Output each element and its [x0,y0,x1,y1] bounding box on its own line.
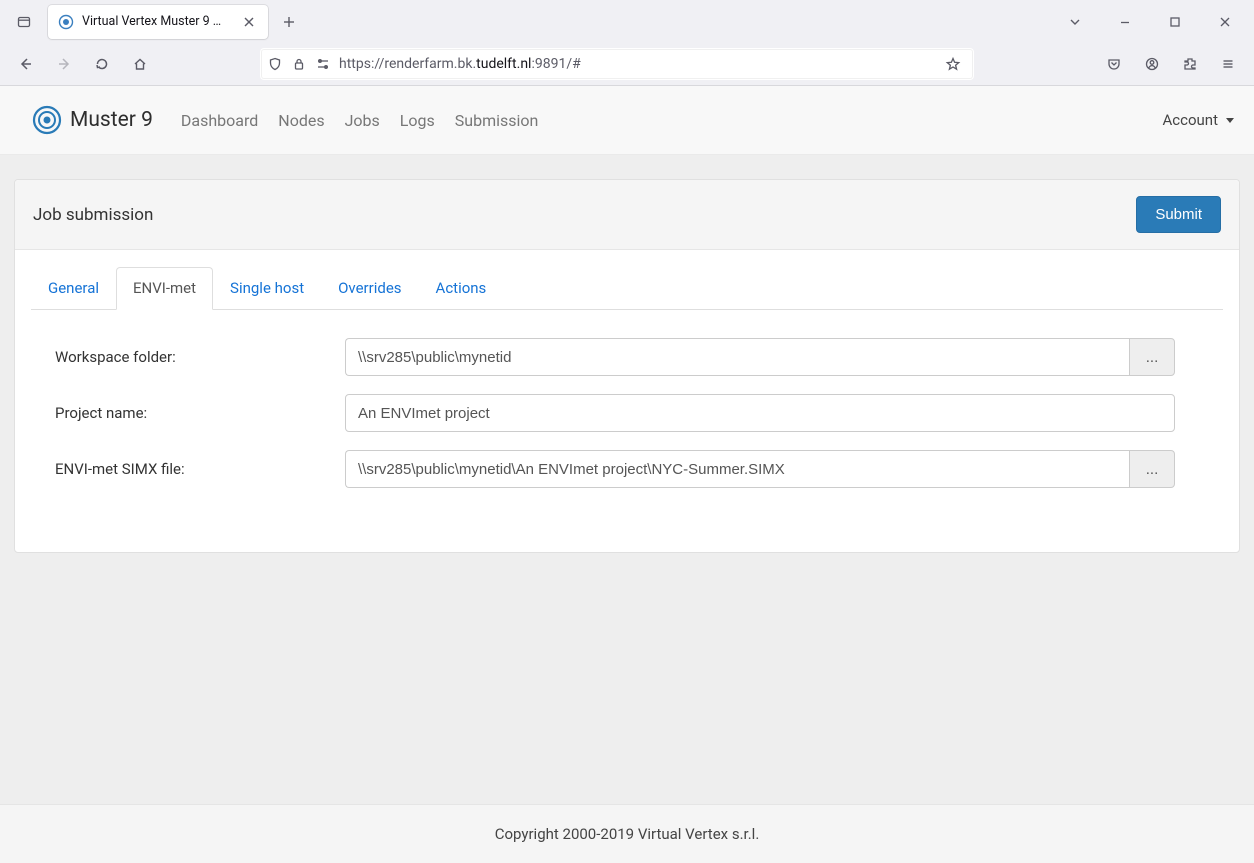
nav-jobs[interactable]: Jobs [345,111,380,130]
bookmark-star-button[interactable] [939,56,967,72]
page-container: Job submission Submit General ENVI-met S… [0,155,1254,804]
page-body: Muster 9 Dashboard Nodes Jobs Logs Submi… [0,86,1254,863]
job-submission-panel: Job submission Submit General ENVI-met S… [14,179,1240,553]
recent-tabs-button[interactable] [6,6,42,38]
account-dropdown[interactable]: Account [1162,111,1234,129]
shield-icon[interactable] [267,56,283,72]
tab-title: Virtual Vertex Muster 9 Web con [82,14,232,29]
simx-label: ENVI-met SIMX file: [55,460,345,478]
tab-single-host[interactable]: Single host [213,267,321,310]
url-prefix: https://renderfarm.bk. [339,56,476,72]
tabbar-right [1052,6,1248,38]
workspace-input[interactable] [345,338,1129,376]
panel-body: General ENVI-met Single host Overrides A… [15,250,1239,552]
forward-button[interactable] [46,48,82,80]
url-domain: tudelft.nl [476,56,531,72]
lock-icon[interactable] [291,56,307,72]
form-tabs: General ENVI-met Single host Overrides A… [31,266,1223,310]
workspace-input-group: ... [345,338,1175,376]
page-footer: Copyright 2000-2019 Virtual Vertex s.r.l… [0,804,1254,863]
window-minimize-button[interactable] [1102,6,1148,38]
app-menu-button[interactable] [1210,48,1246,80]
brand-name: Muster 9 [70,108,153,132]
brand[interactable]: Muster 9 [32,105,153,135]
home-button[interactable] [122,48,158,80]
extensions-button[interactable] [1172,48,1208,80]
account-label: Account [1162,111,1218,129]
window-maximize-button[interactable] [1152,6,1198,38]
tabs-list-button[interactable] [1052,6,1098,38]
topnav-menu: Dashboard Nodes Jobs Logs Submission [181,111,538,130]
tab-close-button[interactable] [240,13,258,31]
tab-general[interactable]: General [31,267,116,310]
brand-logo-icon [32,105,62,135]
workspace-browse-button[interactable]: ... [1129,338,1175,376]
navbar-right-buttons [1096,48,1246,80]
caret-down-icon [1226,118,1234,123]
url-text: https://renderfarm.bk.tudelft.nl:9891/# [339,56,931,72]
project-input[interactable] [345,394,1175,432]
row-workspace: Workspace folder: ... [55,338,1223,376]
row-project: Project name: [55,394,1223,432]
project-input-group [345,394,1175,432]
reload-button[interactable] [84,48,120,80]
tab-bar: Virtual Vertex Muster 9 Web con [0,0,1254,43]
back-button[interactable] [8,48,44,80]
project-label: Project name: [55,404,345,422]
tab-overrides[interactable]: Overrides [321,267,418,310]
account-button[interactable] [1134,48,1170,80]
app-topnav: Muster 9 Dashboard Nodes Jobs Logs Submi… [0,86,1254,155]
workspace-label: Workspace folder: [55,348,345,366]
envimet-form: Workspace folder: ... Project name: [31,330,1223,488]
tab-actions[interactable]: Actions [419,267,504,310]
submit-button[interactable]: Submit [1136,196,1221,233]
nav-submission[interactable]: Submission [455,111,539,130]
simx-input-group: ... [345,450,1175,488]
nav-bar: https://renderfarm.bk.tudelft.nl:9891/# [0,43,1254,85]
nav-dashboard[interactable]: Dashboard [181,111,258,130]
tab-envimet[interactable]: ENVI-met [116,267,213,310]
permissions-icon[interactable] [315,56,331,72]
panel-header: Job submission Submit [15,180,1239,250]
footer-text: Copyright 2000-2019 Virtual Vertex s.r.l… [495,825,760,843]
pocket-button[interactable] [1096,48,1132,80]
browser-chrome: Virtual Vertex Muster 9 Web con [0,0,1254,86]
row-simx: ENVI-met SIMX file: ... [55,450,1223,488]
simx-input[interactable] [345,450,1129,488]
nav-logs[interactable]: Logs [400,111,435,130]
url-bar[interactable]: https://renderfarm.bk.tudelft.nl:9891/# [260,48,974,80]
tab-favicon [58,14,74,30]
new-tab-button[interactable] [274,7,304,37]
nav-nodes[interactable]: Nodes [278,111,324,130]
url-security-icons [267,56,331,72]
browser-tab-active[interactable]: Virtual Vertex Muster 9 Web con [48,5,268,39]
panel-title: Job submission [33,205,153,225]
simx-browse-button[interactable]: ... [1129,450,1175,488]
url-suffix: :9891/# [531,56,580,72]
window-close-button[interactable] [1202,6,1248,38]
